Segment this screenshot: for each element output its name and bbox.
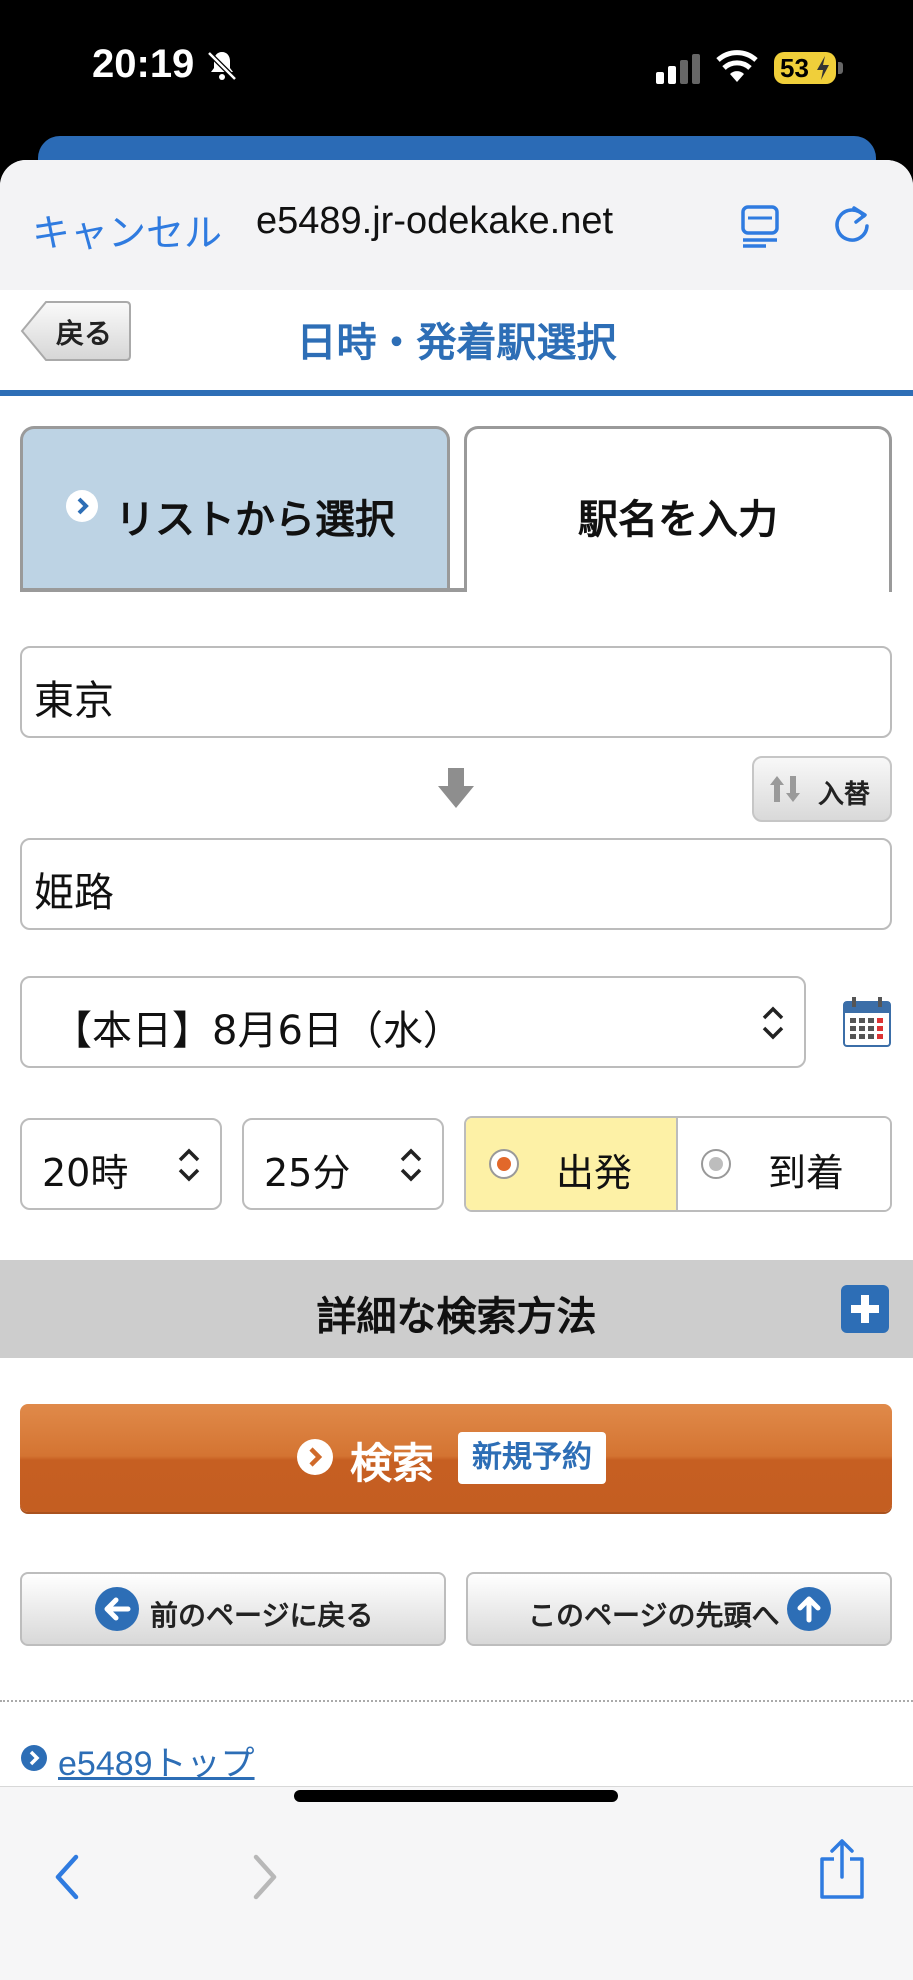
- bell-muted-icon: [207, 51, 237, 81]
- select-chevrons-icon: [762, 1006, 784, 1040]
- chevron-right-circle-icon: [297, 1439, 333, 1475]
- detail-search-label: 詳細な検索方法: [316, 1294, 597, 1340]
- e5489-top-link[interactable]: e5489トップ: [58, 1736, 255, 1785]
- arrival-radio[interactable]: 到着: [678, 1118, 890, 1210]
- departure-arrival-toggle: 出発 到着: [464, 1116, 892, 1212]
- detail-search-bar[interactable]: 詳細な検索方法: [0, 1260, 913, 1358]
- page-top-label: このページの先頭へ: [528, 1599, 780, 1632]
- reload-icon[interactable]: [830, 202, 874, 246]
- hour-select[interactable]: 20時: [20, 1118, 222, 1210]
- new-reservation-badge: 新規予約: [458, 1432, 606, 1484]
- status-bar: 20:19 53: [0, 0, 913, 140]
- radio-unselected-icon: [701, 1149, 731, 1179]
- calendar-icon[interactable]: [842, 996, 892, 1048]
- chevron-right-circle-icon: [21, 1745, 47, 1771]
- to-station-input[interactable]: 姫路: [20, 838, 892, 930]
- cellular-signal-icon: [656, 54, 700, 84]
- expand-plus-icon[interactable]: [840, 1284, 890, 1334]
- clock: 20:19: [92, 42, 195, 86]
- date-select[interactable]: 【本日】8月6日（水）: [20, 976, 806, 1068]
- minute-select[interactable]: 25分: [242, 1118, 444, 1210]
- back-arrow-icon[interactable]: [48, 1849, 88, 1905]
- tab-select-from-list[interactable]: リストから選択: [20, 426, 450, 592]
- from-station-input[interactable]: 東京: [20, 646, 892, 738]
- departure-label: 出発: [556, 1151, 633, 1195]
- select-chevrons-icon: [178, 1148, 200, 1182]
- select-chevrons-icon: [400, 1148, 422, 1182]
- wifi-icon: [716, 50, 758, 82]
- search-label: 検索: [350, 1439, 435, 1488]
- reader-mode-icon[interactable]: [740, 204, 780, 248]
- cancel-button[interactable]: キャンセル: [32, 202, 222, 257]
- swap-label: 入替: [818, 780, 871, 810]
- tab-enter-station-name[interactable]: 駅名を入力: [464, 426, 892, 592]
- divider: [0, 1700, 913, 1702]
- arrival-label: 到着: [768, 1151, 845, 1195]
- charging-bolt-icon: [817, 56, 829, 80]
- browser-sheet: キャンセル e5489.jr-odekake.net 戻る 日時・発着駅選択 リ…: [0, 160, 913, 1980]
- minute-value: 25分: [264, 1151, 351, 1195]
- page-header: 戻る 日時・発着駅選択: [0, 290, 913, 396]
- search-button[interactable]: 検索 新規予約: [20, 1404, 892, 1512]
- departure-radio[interactable]: 出発: [466, 1118, 678, 1210]
- hour-value: 20時: [42, 1151, 129, 1195]
- tab-label: 駅名を入力: [578, 497, 778, 543]
- tab-label: リストから選択: [115, 497, 395, 543]
- url-text[interactable]: e5489.jr-odekake.net: [256, 200, 613, 243]
- previous-page-button[interactable]: 前のページに戻る: [20, 1572, 446, 1646]
- date-value: 【本日】8月6日（水）: [52, 1008, 463, 1054]
- arrow-left-circle-icon: [95, 1587, 139, 1631]
- arrow-up-circle-icon: [787, 1587, 831, 1631]
- url-bar: キャンセル e5489.jr-odekake.net: [0, 160, 913, 291]
- arrow-down-icon: [438, 768, 474, 808]
- forward-arrow-icon[interactable]: [244, 1849, 284, 1905]
- previous-page-label: 前のページに戻る: [150, 1599, 374, 1632]
- swap-stations-button[interactable]: 入替: [752, 756, 892, 822]
- tab-divider: [20, 588, 466, 592]
- home-indicator[interactable]: [294, 1790, 618, 1802]
- swap-arrows-icon: [770, 776, 800, 802]
- battery-indicator: 53: [774, 52, 836, 84]
- radio-selected-icon: [489, 1149, 519, 1179]
- battery-level: 53: [780, 53, 809, 83]
- page-top-button[interactable]: このページの先頭へ: [466, 1572, 892, 1646]
- browser-toolbar: [0, 1786, 913, 1980]
- share-icon[interactable]: [816, 1837, 868, 1901]
- battery-cap: [838, 62, 843, 74]
- page-title: 日時・発着駅選択: [296, 320, 617, 366]
